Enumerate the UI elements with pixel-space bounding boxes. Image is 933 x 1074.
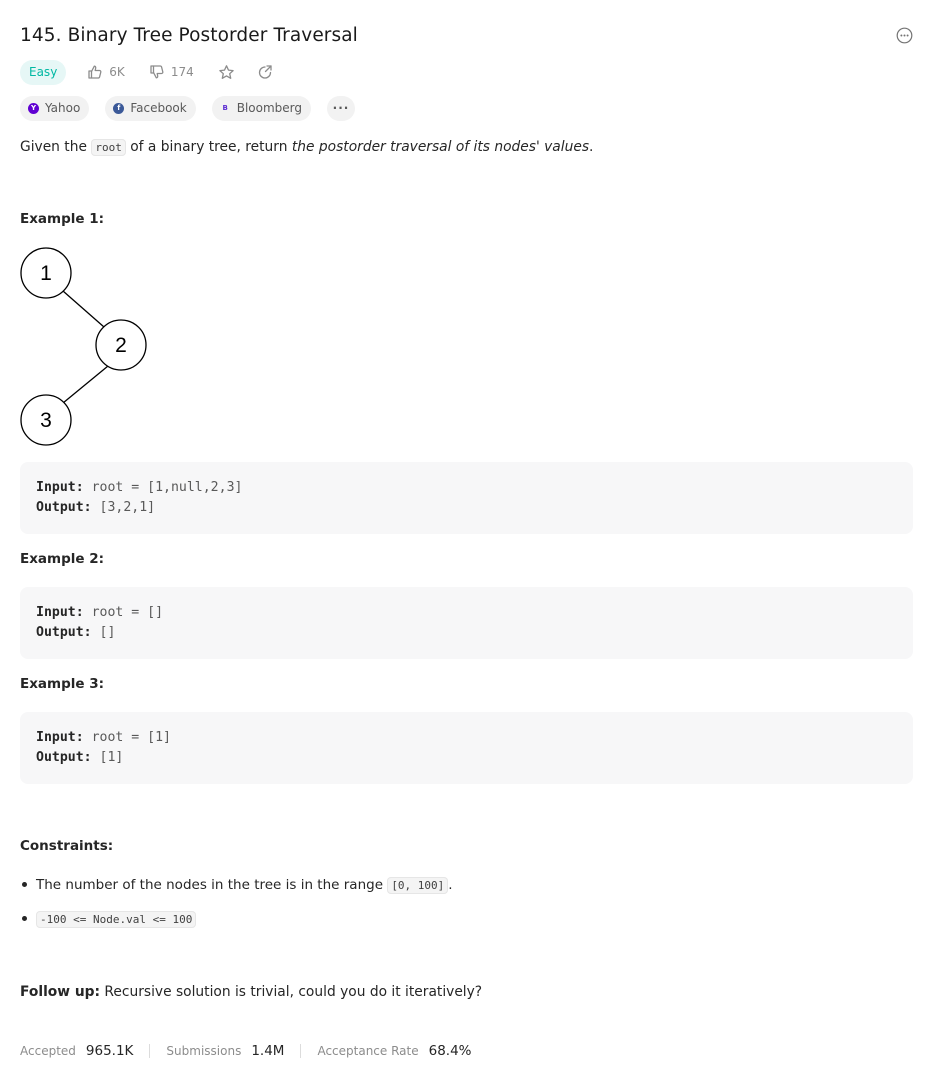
thumbs-down-icon	[150, 65, 164, 79]
tag-label: Facebook	[130, 101, 187, 115]
share-icon	[258, 65, 272, 79]
bloomberg-logo-icon: B	[219, 102, 231, 114]
submissions-stat: Submissions 1.4M	[166, 1043, 284, 1059]
more-tags-button[interactable]: ···	[327, 95, 355, 121]
more-options-icon[interactable]	[895, 26, 913, 44]
svg-text:2: 2	[115, 334, 127, 357]
tree-edge	[62, 290, 105, 328]
desc-text: of a binary tree, return	[125, 139, 292, 155]
star-icon	[218, 64, 234, 79]
difficulty-badge: Easy	[20, 59, 67, 85]
output-label: Output:	[36, 625, 92, 640]
accepted-label: Accepted	[20, 1044, 76, 1058]
tag-label: Yahoo	[45, 101, 81, 115]
inline-code: root	[91, 139, 126, 156]
input-value: root = [1]	[91, 730, 171, 745]
inline-code: [0, 100]	[387, 877, 449, 894]
desc-text: Given the	[20, 139, 92, 155]
like-button[interactable]: 6K	[87, 64, 125, 80]
constraint-text: .	[448, 877, 453, 893]
output-value: []	[99, 625, 116, 640]
tag-bloomberg[interactable]: B Bloomberg	[211, 95, 311, 121]
input-value: root = [1,null,2,3]	[91, 480, 243, 495]
tag-label: Bloomberg	[236, 101, 302, 115]
accepted-value: 965.1K	[85, 1043, 134, 1059]
dislike-count: 174	[170, 65, 194, 79]
tag-yahoo[interactable]: Y Yahoo	[20, 95, 90, 121]
tree-node-3: 3	[20, 394, 72, 446]
input-value: root = []	[91, 605, 164, 620]
tag-facebook[interactable]: f Facebook	[105, 95, 196, 121]
example-2-code: Input: root = [] Output: []	[20, 587, 913, 659]
thumbs-up-icon	[88, 65, 102, 79]
stats-row: Accepted 965.1K Submissions 1.4M Accepta…	[20, 1040, 472, 1062]
divider	[149, 1044, 151, 1058]
example-3-heading: Example 3:	[20, 676, 105, 692]
facebook-logo-icon: f	[113, 102, 125, 114]
constraint-item: The number of the nodes in the tree is i…	[22, 874, 453, 896]
company-tags: Y Yahoo f Facebook B Bloomberg ···	[20, 95, 371, 121]
svg-text:3: 3	[40, 409, 52, 432]
acceptance-rate-value: 68.4%	[428, 1043, 472, 1059]
tree-edge	[62, 365, 109, 404]
favorite-button[interactable]	[218, 64, 235, 81]
acceptance-rate-label: Acceptance Rate	[317, 1044, 419, 1058]
output-value: [3,2,1]	[99, 500, 156, 515]
constraint-item: -100 <= Node.val <= 100	[22, 908, 453, 930]
desc-text: .	[589, 139, 594, 155]
example-1-heading: Example 1:	[20, 211, 105, 227]
problem-description: Given the root of a binary tree, return …	[20, 136, 593, 159]
problem-title: 145. Binary Tree Postorder Traversal	[20, 24, 358, 46]
follow-up: Follow up: Recursive solution is trivial…	[20, 981, 482, 1003]
desc-emphasis: the postorder traversal of its nodes' va…	[291, 139, 590, 155]
like-count: 6K	[109, 65, 125, 79]
input-label: Input:	[36, 730, 84, 745]
submissions-label: Submissions	[166, 1044, 242, 1058]
meta-row: Easy 6K 174	[20, 59, 295, 85]
tree-node-2: 2	[95, 319, 147, 371]
follow-up-label: Follow up:	[20, 984, 101, 1000]
yahoo-logo-icon: Y	[28, 102, 39, 114]
output-label: Output:	[36, 500, 92, 515]
tree-diagram: 1 2 3	[20, 247, 147, 446]
example-3-code: Input: root = [1] Output: [1]	[20, 712, 913, 784]
svg-text:1: 1	[40, 262, 52, 285]
constraints-list: The number of the nodes in the tree is i…	[22, 874, 453, 942]
divider	[300, 1044, 302, 1058]
title-row: 145. Binary Tree Postorder Traversal	[20, 20, 913, 50]
output-label: Output:	[36, 750, 92, 765]
input-label: Input:	[36, 480, 84, 495]
constraints-heading: Constraints:	[20, 838, 114, 854]
input-label: Input:	[36, 605, 84, 620]
tree-node-1: 1	[20, 247, 72, 299]
follow-up-text: Recursive solution is trivial, could you…	[100, 984, 483, 1000]
example-2-heading: Example 2:	[20, 551, 105, 567]
share-button[interactable]	[257, 64, 273, 80]
submissions-value: 1.4M	[251, 1043, 285, 1059]
dislike-button[interactable]: 174	[149, 64, 194, 80]
example-1-code: Input: root = [1,null,2,3] Output: [3,2,…	[20, 462, 913, 534]
acceptance-rate-stat: Acceptance Rate 68.4%	[317, 1043, 471, 1059]
accepted-stat: Accepted 965.1K	[20, 1043, 133, 1059]
output-value: [1]	[99, 750, 124, 765]
inline-code: -100 <= Node.val <= 100	[36, 911, 197, 928]
constraint-text: The number of the nodes in the tree is i…	[36, 877, 388, 893]
